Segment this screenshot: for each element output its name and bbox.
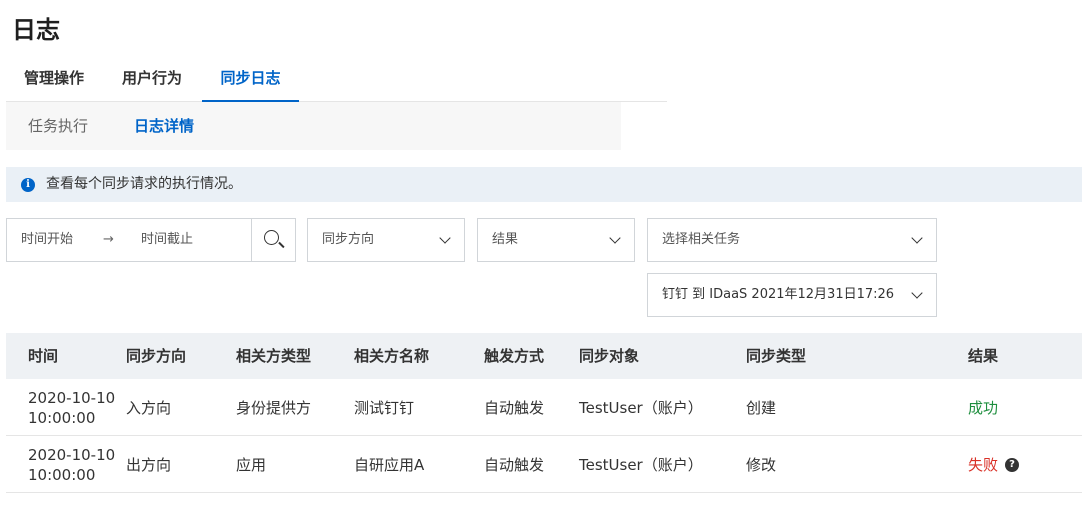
sync-type-cell: 创建 bbox=[746, 398, 777, 417]
date-end-field[interactable]: 时间截止 bbox=[141, 219, 193, 261]
sub-tabs: 任务执行 日志详情 bbox=[6, 102, 621, 150]
party-name-cell: 测试钉钉 bbox=[354, 398, 415, 417]
subtab-task-execution[interactable]: 任务执行 bbox=[28, 102, 88, 150]
date-range-picker[interactable]: 时间开始 → 时间截止 bbox=[6, 218, 296, 262]
tab-user-behavior[interactable]: 用户行为 bbox=[104, 56, 200, 102]
direction-select-label: 同步方向 bbox=[322, 232, 375, 247]
chevron-down-icon bbox=[439, 232, 451, 244]
column-header: 同步方向 bbox=[126, 347, 187, 365]
page-title: 日志 bbox=[12, 16, 60, 44]
column-header: 相关方类型 bbox=[236, 347, 312, 365]
result-select[interactable]: 结果 bbox=[477, 218, 635, 262]
tab-admin-operations[interactable]: 管理操作 bbox=[6, 56, 102, 102]
task-select-label: 选择相关任务 bbox=[662, 232, 741, 247]
help-icon[interactable]: ? bbox=[1005, 457, 1020, 472]
main-tabs: 管理操作 用户行为 同步日志 bbox=[6, 56, 667, 102]
search-button[interactable] bbox=[251, 219, 295, 261]
direction-cell: 入方向 bbox=[126, 398, 172, 417]
subtab-log-details[interactable]: 日志详情 bbox=[134, 102, 194, 150]
trigger-cell: 自动触发 bbox=[484, 398, 545, 417]
table-row: 2020-10-10 10:00:00 出方向 应用 自研应用A 自动触发 Te… bbox=[6, 436, 1082, 493]
task-select[interactable]: 选择相关任务 bbox=[647, 218, 937, 262]
result-select-label: 结果 bbox=[492, 232, 519, 247]
column-header: 同步类型 bbox=[746, 347, 807, 365]
chevron-down-icon bbox=[911, 232, 923, 244]
time-date: 2020-10-10 bbox=[28, 388, 116, 407]
sync-type-cell: 修改 bbox=[746, 455, 777, 474]
time-clock: 10:00:00 bbox=[28, 465, 96, 484]
time-date: 2020-10-10 bbox=[28, 445, 116, 464]
table-row: 2020-10-10 10:00:00 入方向 身份提供方 测试钉钉 自动触发 … bbox=[6, 379, 1082, 436]
selected-task-value: 钉钉 到 IDaaS 2021年12月31日17:26:05 bbox=[662, 287, 894, 302]
table-header: 时间 同步方向 相关方类型 相关方名称 触发方式 同步对象 同步类型 结果 bbox=[6, 333, 1082, 379]
party-name-cell: 自研应用A bbox=[354, 455, 425, 474]
result-fail: 失败 bbox=[968, 455, 999, 474]
info-notice: i 查看每个同步请求的执行情况。 bbox=[6, 167, 1082, 202]
notice-text: 查看每个同步请求的执行情况。 bbox=[46, 176, 242, 192]
column-header: 结果 bbox=[968, 347, 999, 365]
column-header: 触发方式 bbox=[484, 347, 545, 365]
result-cell: 失败 ? bbox=[968, 436, 1020, 493]
tab-sync-logs[interactable]: 同步日志 bbox=[202, 56, 299, 102]
info-icon: i bbox=[21, 178, 35, 192]
sync-log-table: 时间 同步方向 相关方类型 相关方名称 触发方式 同步对象 同步类型 结果 20… bbox=[6, 333, 1082, 493]
object-cell: TestUser（账户） bbox=[579, 455, 703, 474]
time-cell: 2020-10-10 10:00:00 bbox=[28, 379, 115, 436]
column-header: 时间 bbox=[28, 347, 59, 365]
column-header: 相关方名称 bbox=[354, 347, 430, 365]
party-type-cell: 身份提供方 bbox=[236, 398, 312, 417]
time-cell: 2020-10-10 10:00:00 bbox=[28, 436, 115, 493]
search-icon bbox=[264, 230, 279, 245]
result-success: 成功 bbox=[968, 398, 999, 417]
chevron-down-icon bbox=[911, 287, 923, 299]
selected-task-select[interactable]: 钉钉 到 IDaaS 2021年12月31日17:26:05 bbox=[647, 273, 937, 317]
trigger-cell: 自动触发 bbox=[484, 455, 545, 474]
object-cell: TestUser（账户） bbox=[579, 398, 703, 417]
date-start-field[interactable]: 时间开始 bbox=[21, 219, 73, 261]
column-header: 同步对象 bbox=[579, 347, 640, 365]
party-type-cell: 应用 bbox=[236, 455, 267, 474]
direction-select[interactable]: 同步方向 bbox=[307, 218, 465, 262]
time-clock: 10:00:00 bbox=[28, 408, 96, 427]
chevron-down-icon bbox=[609, 232, 621, 244]
arrow-right-icon: → bbox=[103, 232, 114, 247]
direction-cell: 出方向 bbox=[126, 455, 172, 474]
